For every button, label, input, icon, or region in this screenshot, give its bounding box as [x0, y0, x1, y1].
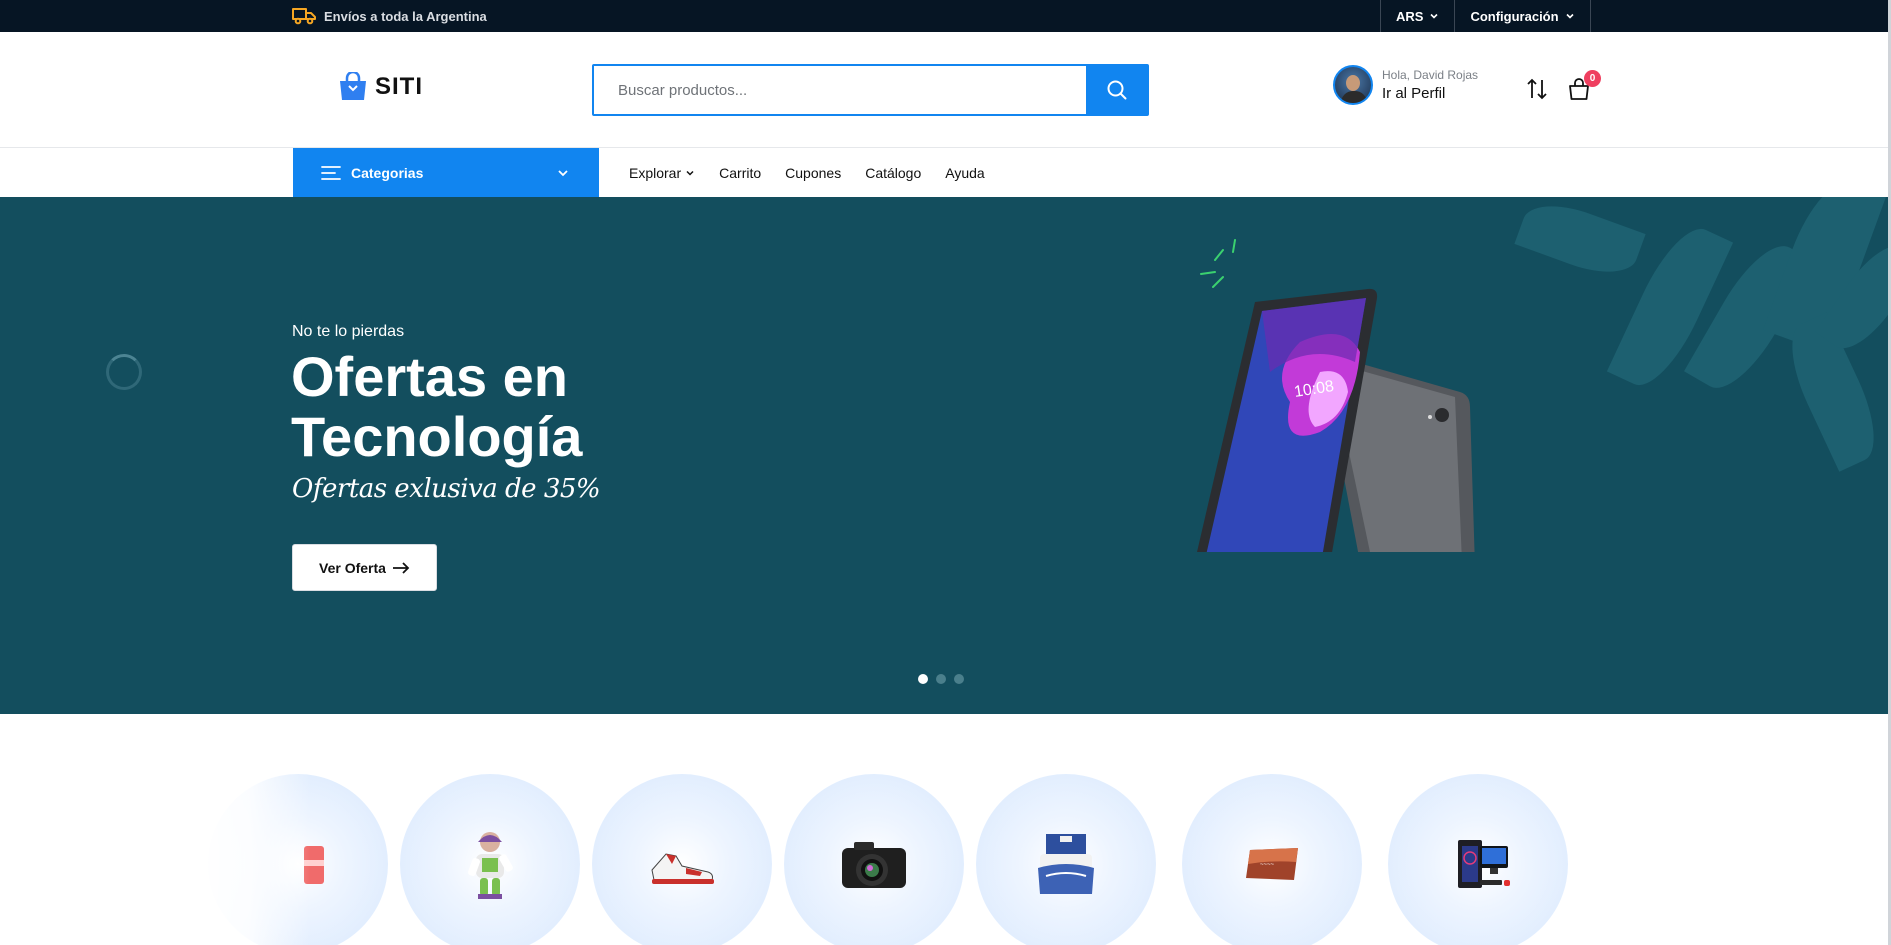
chevron-down-icon [1430, 13, 1439, 19]
main-nav: Categorias Explorar Carrito Cupones Catá… [0, 148, 1891, 197]
svg-text:~~~~: ~~~~ [1260, 862, 1275, 868]
nav-links: Explorar Carrito Cupones Catálogo Ayuda [629, 148, 985, 197]
nav-link-label: Catálogo [865, 164, 922, 181]
chevron-down-icon [686, 170, 694, 176]
category-item[interactable] [784, 774, 964, 945]
loading-spinner-icon [106, 354, 142, 390]
carousel-fade [200, 764, 310, 945]
header-actions: 0 [1525, 70, 1601, 102]
toy-figure-icon [468, 832, 513, 899]
hero-slider: No te lo pierdas Ofertas en Tecnología O… [0, 197, 1891, 714]
sneaker-icon [651, 853, 714, 884]
settings-label: Configuración [1470, 8, 1559, 24]
category-item[interactable] [976, 774, 1156, 945]
nav-link-explorar[interactable]: Explorar [629, 165, 695, 181]
nav-link-catalogo[interactable]: Catálogo [865, 165, 921, 181]
slide-dot[interactable] [936, 674, 946, 684]
cart-button[interactable]: 0 [1567, 70, 1601, 102]
desktop-computer-icon [1458, 840, 1510, 888]
nav-link-ayuda[interactable]: Ayuda [945, 165, 984, 181]
search-button[interactable] [1086, 66, 1147, 114]
nav-link-carrito[interactable]: Carrito [719, 165, 761, 181]
camera-icon [842, 842, 906, 888]
hero-eyebrow: No te lo pierdas [292, 323, 405, 340]
search-input[interactable] [594, 66, 1086, 114]
decorative-leaf [1514, 197, 1646, 285]
category-item[interactable] [400, 774, 580, 945]
categories-label: Categorias [351, 164, 424, 181]
cart-count-badge: 0 [1584, 70, 1601, 87]
category-item[interactable] [592, 774, 772, 945]
hero-subtitle: Ofertas exlusiva de 35% [292, 474, 601, 504]
avatar [1333, 65, 1373, 105]
nav-link-cupones[interactable]: Cupones [785, 165, 841, 181]
category-carousel: ~~~~ [0, 714, 1891, 945]
shopping-bag-logo-icon [340, 72, 366, 100]
currency-select[interactable]: ARS [1380, 0, 1454, 32]
bedding-icon [1038, 834, 1094, 894]
shipping-text: Envíos a toda la Argentina [324, 8, 487, 24]
search-icon [1107, 80, 1126, 100]
greeting-text: Hola, David Rojas [1382, 68, 1479, 82]
shipping-notice: Envíos a toda la Argentina [292, 6, 487, 26]
slide-dot[interactable] [954, 674, 964, 684]
profile-link[interactable]: Hola, David Rojas Ir al Perfil [1333, 65, 1478, 105]
painting-icon: ~~~~ [1246, 848, 1298, 880]
slider-pagination [918, 674, 964, 684]
menu-icon [321, 165, 341, 180]
hero-title: Ofertas en Tecnología [291, 345, 583, 468]
site-logo[interactable]: SITI [337, 72, 423, 102]
site-header: SITI Hola, David Rojas Ir al Perfil 0 [0, 32, 1891, 148]
truck-icon [292, 8, 316, 25]
page: Envíos a toda la Argentina ARS Configura… [0, 0, 1891, 945]
nav-link-label: Cupones [785, 164, 842, 181]
search-bar [592, 64, 1149, 116]
slide-dot[interactable] [918, 674, 928, 684]
view-offer-button[interactable]: Ver Oferta [292, 544, 437, 591]
chevron-down-icon [558, 170, 568, 177]
currency-label: ARS [1396, 8, 1424, 24]
nav-link-label: Explorar [629, 164, 682, 181]
chevron-down-icon [1565, 13, 1574, 19]
top-bar: Envíos a toda la Argentina ARS Configura… [0, 0, 1891, 32]
tablet-image: 10:08 [1197, 239, 1475, 552]
compare-arrows-icon [1527, 78, 1547, 100]
profile-link-text: Ir al Perfil [1382, 85, 1446, 102]
compare-button[interactable] [1525, 76, 1549, 102]
nav-link-label: Carrito [719, 164, 762, 181]
categories-dropdown[interactable]: Categorias [293, 148, 599, 197]
category-item[interactable] [1388, 774, 1568, 945]
view-offer-label: Ver Oferta [319, 559, 386, 576]
logo-text: SITI [375, 73, 424, 100]
arrow-right-icon [392, 561, 410, 574]
settings-select[interactable]: Configuración [1454, 0, 1591, 32]
nav-link-label: Ayuda [945, 164, 985, 181]
category-item[interactable]: ~~~~ [1182, 774, 1362, 945]
